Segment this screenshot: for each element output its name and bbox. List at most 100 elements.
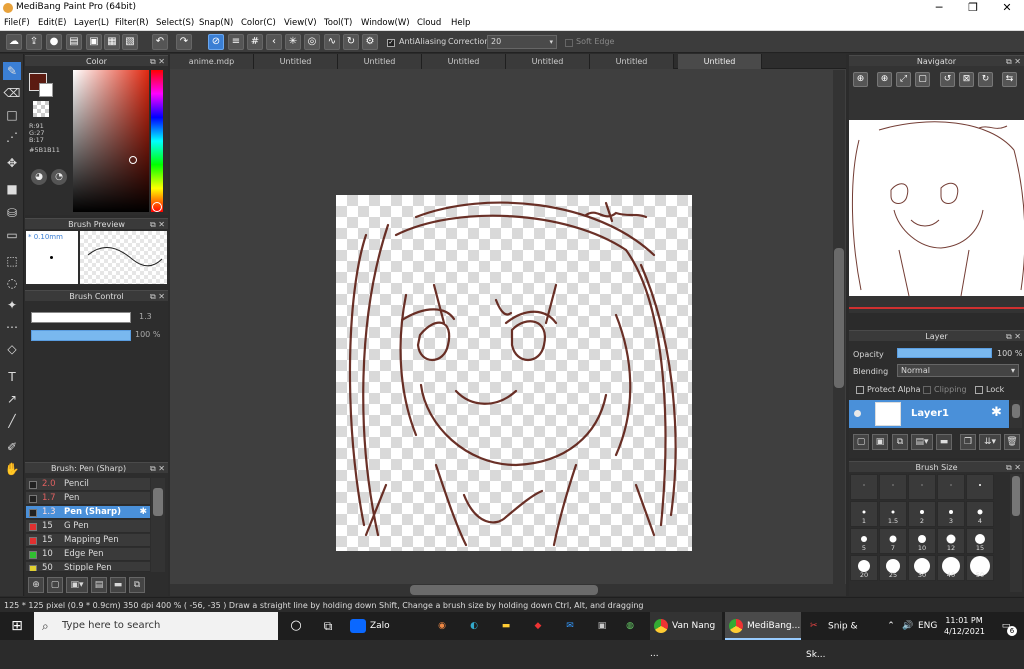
fit-icon[interactable]: ⤢: [896, 72, 911, 87]
store-icon[interactable]: ▣: [592, 612, 612, 640]
app-icon[interactable]: ◉: [432, 612, 452, 640]
tab-anime[interactable]: anime.mdp: [170, 54, 254, 69]
layer-name[interactable]: Layer1: [911, 408, 949, 419]
menu-tool[interactable]: Tool(T): [324, 18, 352, 28]
rectangle-tool-icon[interactable]: □: [3, 106, 21, 124]
brush-size-preset[interactable]: 15: [966, 528, 994, 554]
actual-size-icon[interactable]: ▢: [915, 72, 930, 87]
menu-cloud[interactable]: Cloud: [417, 18, 441, 28]
undo-icon[interactable]: ↶: [152, 34, 168, 50]
tab-untitled-5[interactable]: Untitled: [590, 54, 674, 69]
panel-close-icon[interactable]: ⧉ ✕: [150, 56, 165, 67]
brush-item-stipple-pen[interactable]: 50 Stipple Pen: [26, 562, 150, 572]
grid-snap-icon[interactable]: #: [247, 34, 263, 50]
brush-size-preset[interactable]: 10: [908, 528, 936, 554]
flip-icon[interactable]: ⇆: [1002, 72, 1017, 87]
snap-off-icon[interactable]: ⊘: [208, 34, 224, 50]
correction-select[interactable]: 20 ▾: [487, 35, 557, 49]
brush-size-preset[interactable]: 4: [966, 501, 994, 527]
tab-untitled-4[interactable]: Untitled: [506, 54, 590, 69]
hue-slider-handle[interactable]: [152, 202, 162, 212]
redo-icon[interactable]: ↷: [176, 34, 192, 50]
menu-view[interactable]: View(V): [284, 18, 317, 28]
cortana-icon[interactable]: ○: [286, 612, 306, 640]
soft-edge-checkbox[interactable]: [565, 39, 573, 47]
eraser-tool-icon[interactable]: ⌫: [3, 84, 21, 102]
brush-item-pencil[interactable]: 2.0 Pencil: [26, 478, 150, 491]
parallel-snap-icon[interactable]: ≡: [228, 34, 244, 50]
brush-size-preset[interactable]: [908, 474, 936, 500]
brush-item-pen-sharp[interactable]: 1.3 Pen (Sharp) ✱: [26, 506, 150, 519]
radial-snap-icon[interactable]: ✳: [285, 34, 301, 50]
brush-item-g-pen[interactable]: 15 G Pen: [26, 520, 150, 533]
trash-icon[interactable]: 🗑: [1004, 434, 1020, 450]
tab-untitled-6[interactable]: Untitled: [678, 54, 762, 69]
merge-layer-icon[interactable]: ⇊▾: [979, 434, 1001, 450]
brush-size-preset[interactable]: 12: [937, 528, 965, 554]
blending-select[interactable]: Normal ▾: [897, 364, 1019, 377]
brush-item-pen[interactable]: 1.7 Pen: [26, 492, 150, 505]
brush-size-preset[interactable]: 40: [937, 555, 965, 581]
brush-size-preset[interactable]: 25: [879, 555, 907, 581]
brush-size-preset[interactable]: 20: [850, 555, 878, 581]
new-brush-icon[interactable]: ▢: [47, 577, 63, 593]
operation-tool-icon[interactable]: ↗: [3, 390, 21, 408]
copy-layer-icon[interactable]: ⧉: [892, 434, 908, 450]
menu-filter[interactable]: Filter(R): [115, 18, 149, 28]
palette-icon[interactable]: ◕: [31, 169, 47, 185]
divide-tool-icon[interactable]: ╱: [3, 412, 21, 430]
canvas-vertical-scroll-thumb[interactable]: [834, 248, 844, 388]
brush-size-preset[interactable]: 5: [850, 528, 878, 554]
menu-snap[interactable]: Snap(N): [199, 18, 233, 28]
maximize-button[interactable]: ❐: [956, 0, 990, 16]
panel-close-icon[interactable]: ⧉ ✕: [150, 219, 165, 230]
select-pen-icon[interactable]: ⋯: [3, 318, 21, 336]
panel-close-icon[interactable]: ⧉ ✕: [150, 463, 165, 474]
brush-size-preset[interactable]: 1.5: [879, 501, 907, 527]
brush-item-edge-pen[interactable]: 10 Edge Pen: [26, 548, 150, 561]
lasso-icon[interactable]: ◌: [3, 274, 21, 292]
taskbar-search-box[interactable]: ⌕ Type here to search: [34, 612, 278, 640]
circle-snap-icon[interactable]: ◎: [304, 34, 320, 50]
app-red-icon[interactable]: ◆: [528, 612, 548, 640]
hue-slider[interactable]: [151, 70, 163, 212]
taskbar-van-nang[interactable]: Van Nang ...: [650, 612, 722, 659]
gradient-tool-icon[interactable]: ▭: [3, 226, 21, 244]
panel-close-icon[interactable]: ⧉ ✕: [1006, 56, 1021, 67]
file-explorer-icon[interactable]: ▬: [496, 612, 516, 640]
text-tool-icon[interactable]: T: [3, 368, 21, 386]
layer-opacity-slider[interactable]: [897, 348, 992, 358]
cloud-icon[interactable]: ☁: [6, 34, 22, 50]
select-rect-icon[interactable]: ⬚: [3, 252, 21, 270]
tab-untitled-2[interactable]: Untitled: [338, 54, 422, 69]
layer-row[interactable]: Layer1 ✱: [849, 400, 1009, 428]
panel-close-icon[interactable]: ⧉ ✕: [1006, 331, 1021, 342]
canvas-horizontal-scroll-thumb[interactable]: [410, 585, 598, 595]
navigator-preview[interactable]: [849, 120, 1024, 296]
brush-size-scrollbar[interactable]: [1010, 474, 1022, 592]
gear-icon[interactable]: ✱: [991, 405, 1002, 420]
add-brush-icon[interactable]: ⊕: [28, 577, 44, 593]
bucket-tool-icon[interactable]: ⛁: [3, 204, 21, 222]
saturation-value-picker[interactable]: [73, 70, 149, 212]
tab-untitled-1[interactable]: Untitled: [254, 54, 338, 69]
mail-icon[interactable]: ✉: [560, 612, 580, 640]
edge-browser-icon[interactable]: ◐: [464, 612, 484, 640]
brush-menu-icon[interactable]: ▣▾: [66, 577, 88, 593]
rotate-icon[interactable]: ↻: [343, 34, 359, 50]
color-history-icon[interactable]: ◔: [51, 169, 67, 185]
brush-size-preset[interactable]: 1: [850, 501, 878, 527]
brush-opacity-slider[interactable]: [31, 330, 131, 341]
comment-icon[interactable]: ●: [46, 34, 62, 50]
new-layer-2-icon[interactable]: ▣: [872, 434, 888, 450]
select-eraser-icon[interactable]: ◇: [3, 340, 21, 358]
new-layer-icon[interactable]: ▢: [853, 434, 869, 450]
brush-tool-icon[interactable]: ✎: [3, 62, 21, 80]
color-picker-cursor[interactable]: [129, 156, 137, 164]
fill-rectangle-icon[interactable]: ■: [3, 180, 21, 198]
visibility-eye-icon[interactable]: [854, 410, 861, 417]
menu-layer[interactable]: Layer(L): [74, 18, 109, 28]
transparent-swatch[interactable]: [33, 101, 49, 117]
settings-icon[interactable]: ⚙: [362, 34, 378, 50]
brush-size-preset[interactable]: 3: [937, 501, 965, 527]
